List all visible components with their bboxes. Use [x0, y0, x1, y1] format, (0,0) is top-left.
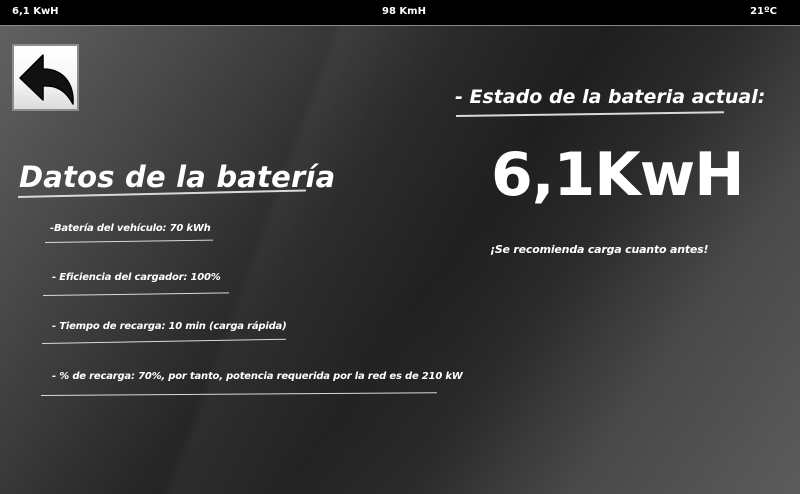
status-energy: 6,1 KwH: [12, 6, 59, 17]
status-speed: 98 KmH: [382, 6, 426, 17]
state-title-underline: [455, 111, 724, 117]
item-underline: [44, 239, 213, 243]
back-button[interactable]: [12, 44, 79, 111]
charger-efficiency-item: - Eficiencia del cargador: 100%: [52, 272, 221, 283]
item-underline: [40, 392, 437, 396]
battery-state-title: - Estado de la bateria actual:: [455, 86, 766, 108]
charge-recommendation: ¡Se recomienda carga cuanto antes!: [490, 243, 709, 256]
status-bar: 6,1 KwH 98 KmH 21ºC: [0, 0, 800, 26]
battery-capacity-item: -Batería del vehículo: 70 kWh: [50, 223, 211, 234]
item-underline: [41, 338, 286, 344]
item-underline: [42, 292, 229, 296]
recharge-time-item: - Tiempo de recarga: 10 min (carga rápid…: [52, 321, 287, 332]
status-temperature: 21ºC: [750, 6, 777, 17]
recharge-percentage-item: - % de recarga: 70%, por tanto, potencia…: [52, 371, 463, 382]
back-arrow-icon: [19, 54, 74, 105]
battery-level-value: 6,1KwH: [491, 140, 744, 210]
